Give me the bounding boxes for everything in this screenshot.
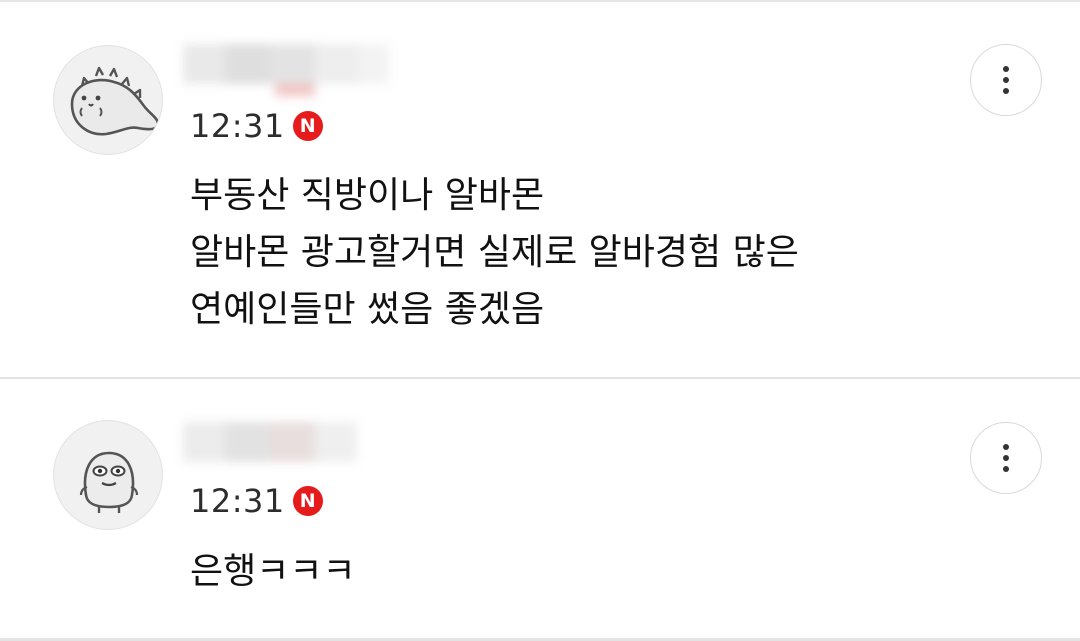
author-name-redacted[interactable] [183, 416, 368, 474]
more-dot [1003, 88, 1009, 94]
more-dot [1003, 466, 1009, 472]
author-name-redacted[interactable] [183, 38, 398, 96]
comment-time: 12:31 [190, 107, 285, 145]
comment-item: 12:31 N 은행ㅋㅋㅋ [0, 380, 1080, 639]
more-options-button[interactable] [970, 422, 1042, 494]
comment-meta: 12:31 N [190, 104, 323, 148]
more-dot [1003, 66, 1009, 72]
new-badge-icon: N [292, 486, 323, 516]
more-dot [1003, 444, 1009, 450]
comment-text: 부동산 직방이나 알바몬 알바몬 광고할거면 실제로 알바경험 많은 연예인들만… [190, 175, 799, 330]
comment-text: 은행ㅋㅋㅋ [190, 551, 356, 592]
blob-character-avatar-icon[interactable] [53, 420, 163, 530]
comment-item: 12:31 N 부동산 직방이나 알바몬 알바몬 광고할거면 실제로 알바경험 … [0, 0, 1080, 378]
more-options-button[interactable] [970, 44, 1042, 116]
more-dot [1003, 455, 1009, 461]
dinosaur-avatar-icon[interactable] [53, 45, 163, 155]
new-badge-icon: N [292, 111, 323, 141]
comment-divider [0, 377, 1080, 379]
comment-meta: 12:31 N [190, 479, 323, 523]
more-dot [1003, 77, 1009, 83]
comment-time: 12:31 [190, 482, 285, 520]
